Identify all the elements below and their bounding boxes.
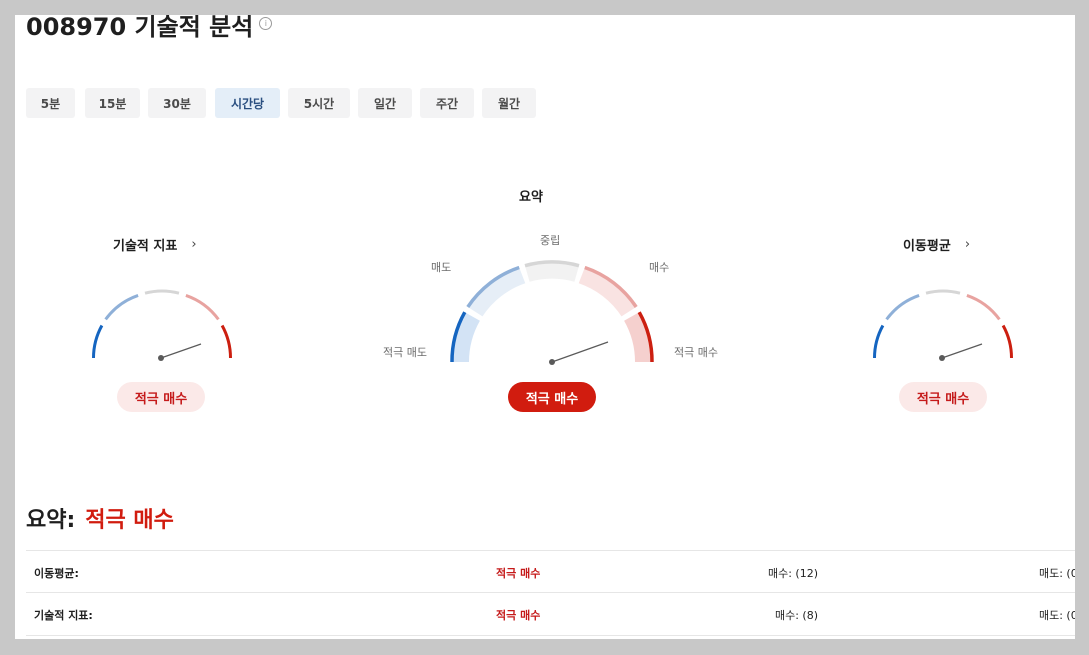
tab-30min[interactable]: 30분 bbox=[148, 88, 206, 118]
gauge-needle bbox=[941, 343, 983, 359]
table-row: 이동평균: 적극 매수 매수: (12) 매도: (0) bbox=[26, 550, 1075, 593]
summary-gauge-title: 요약 bbox=[519, 190, 543, 205]
technical-indicators-link[interactable]: 기술적 지표 › bbox=[113, 235, 197, 254]
label-strong-buy: 적극 매수 bbox=[674, 346, 718, 359]
gauge-hub bbox=[158, 355, 164, 361]
chevron-right-icon: › bbox=[191, 237, 197, 252]
gauge-arc-strong-sell bbox=[91, 324, 104, 359]
gauge-hub bbox=[549, 359, 555, 365]
gauge-band-sell bbox=[467, 267, 526, 317]
gauge-needle bbox=[551, 341, 609, 363]
row-value: 적극 매수 bbox=[496, 609, 541, 622]
info-icon[interactable]: i bbox=[259, 17, 273, 30]
gauge-arc-strong-sell bbox=[872, 324, 885, 359]
moving-averages-result-badge: 적극 매수 bbox=[899, 382, 987, 412]
chevron-right-icon: › bbox=[964, 237, 971, 252]
summary-gauge bbox=[450, 260, 654, 365]
moving-averages-title: 이동평균 bbox=[903, 239, 951, 254]
summary-value: 적극 매수 bbox=[85, 508, 174, 533]
row-value: 적극 매수 bbox=[496, 567, 541, 580]
row-buy-count: 매수: (8) bbox=[774, 609, 818, 622]
row-sell-count: 매도: (0) bbox=[1038, 567, 1075, 580]
technical-analysis-panel: 008970 기술적 분석 i 5분 15분 30분 시간당 5시간 일간 주간 … bbox=[15, 15, 1075, 639]
tab-15min[interactable]: 15분 bbox=[85, 88, 140, 118]
moving-averages-gauge bbox=[872, 289, 1014, 361]
tab-weekly[interactable]: 주간 bbox=[420, 88, 474, 118]
gauge-arc-sell bbox=[104, 293, 139, 321]
gauge-arc-sell bbox=[885, 293, 920, 321]
summary-label: 요약: bbox=[26, 508, 76, 533]
row-buy-count: 매수: (12) bbox=[767, 567, 818, 580]
gauge-arc-buy bbox=[185, 293, 220, 321]
gauge-arc-neutral bbox=[144, 289, 180, 295]
page-title: 008970 기술적 분석 i bbox=[26, 15, 273, 44]
gauge-band-buy bbox=[578, 267, 637, 317]
tab-5min[interactable]: 5분 bbox=[26, 88, 75, 118]
table-row: 기술적 지표: 적극 매수 매수: (8) 매도: (0) bbox=[26, 592, 1075, 636]
gauge-hub bbox=[939, 355, 945, 361]
technical-gauge bbox=[91, 289, 233, 361]
gauge-arc-strong-buy bbox=[220, 324, 233, 359]
row-name: 이동평균: bbox=[34, 567, 79, 580]
label-neutral: 중립 bbox=[540, 234, 561, 247]
moving-averages-link[interactable]: 이동평균 › bbox=[903, 235, 970, 254]
row-name: 기술적 지표: bbox=[34, 609, 93, 622]
technical-indicators-title: 기술적 지표 bbox=[113, 239, 178, 254]
tab-5hour[interactable]: 5시간 bbox=[288, 88, 350, 118]
gauge-arc-strong-buy bbox=[1001, 324, 1014, 359]
summary-verdict: 요약: 적극 매수 bbox=[26, 502, 174, 534]
tab-monthly[interactable]: 월간 bbox=[482, 88, 536, 118]
gauge-arc-buy bbox=[966, 293, 1001, 321]
technical-result-badge: 적극 매수 bbox=[117, 382, 205, 412]
tab-hourly[interactable]: 시간당 bbox=[215, 88, 280, 118]
tab-daily[interactable]: 일간 bbox=[358, 88, 412, 118]
label-strong-sell: 적극 매도 bbox=[383, 346, 427, 359]
gauge-needle bbox=[160, 343, 202, 359]
summary-result-badge: 적극 매수 bbox=[508, 382, 596, 412]
row-sell-count: 매도: (0) bbox=[1038, 609, 1075, 622]
gauge-arc-neutral bbox=[925, 289, 961, 295]
